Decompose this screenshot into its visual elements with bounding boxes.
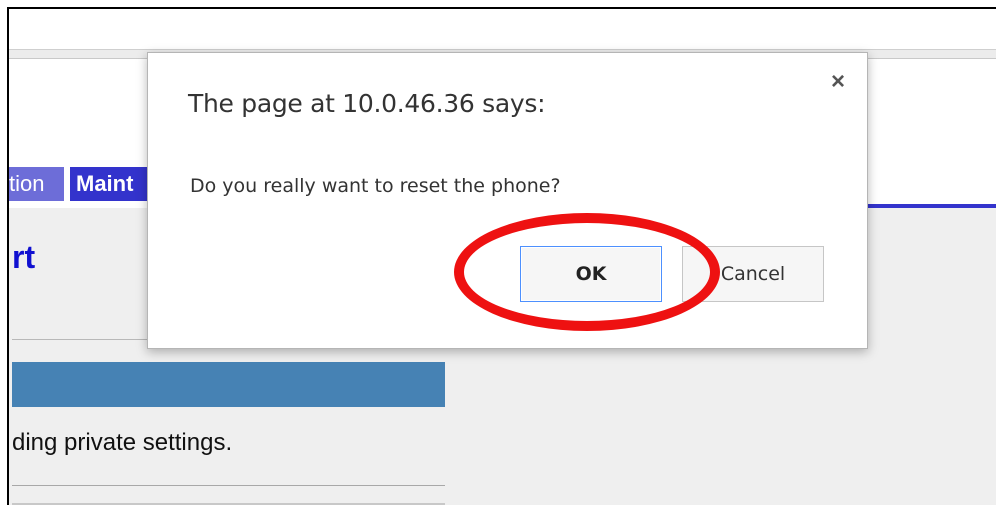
- browser-address-area: [9, 9, 996, 50]
- divider: [12, 485, 445, 486]
- description-text: ding private settings.: [12, 429, 233, 456]
- confirm-dialog: The page at 10.0.46.36 says: × Do you re…: [147, 52, 868, 349]
- section-title: rt: [12, 239, 36, 275]
- bottom-bar: [12, 503, 445, 505]
- dialog-title: The page at 10.0.46.36 says:: [188, 89, 546, 118]
- dialog-message: Do you really want to reset the phone?: [190, 175, 561, 197]
- table-header-bar: [12, 362, 445, 407]
- cancel-button[interactable]: Cancel: [682, 246, 824, 302]
- close-icon[interactable]: ×: [827, 70, 849, 94]
- nav-tab-previous[interactable]: tion: [9, 167, 64, 201]
- ok-button[interactable]: OK: [520, 246, 662, 302]
